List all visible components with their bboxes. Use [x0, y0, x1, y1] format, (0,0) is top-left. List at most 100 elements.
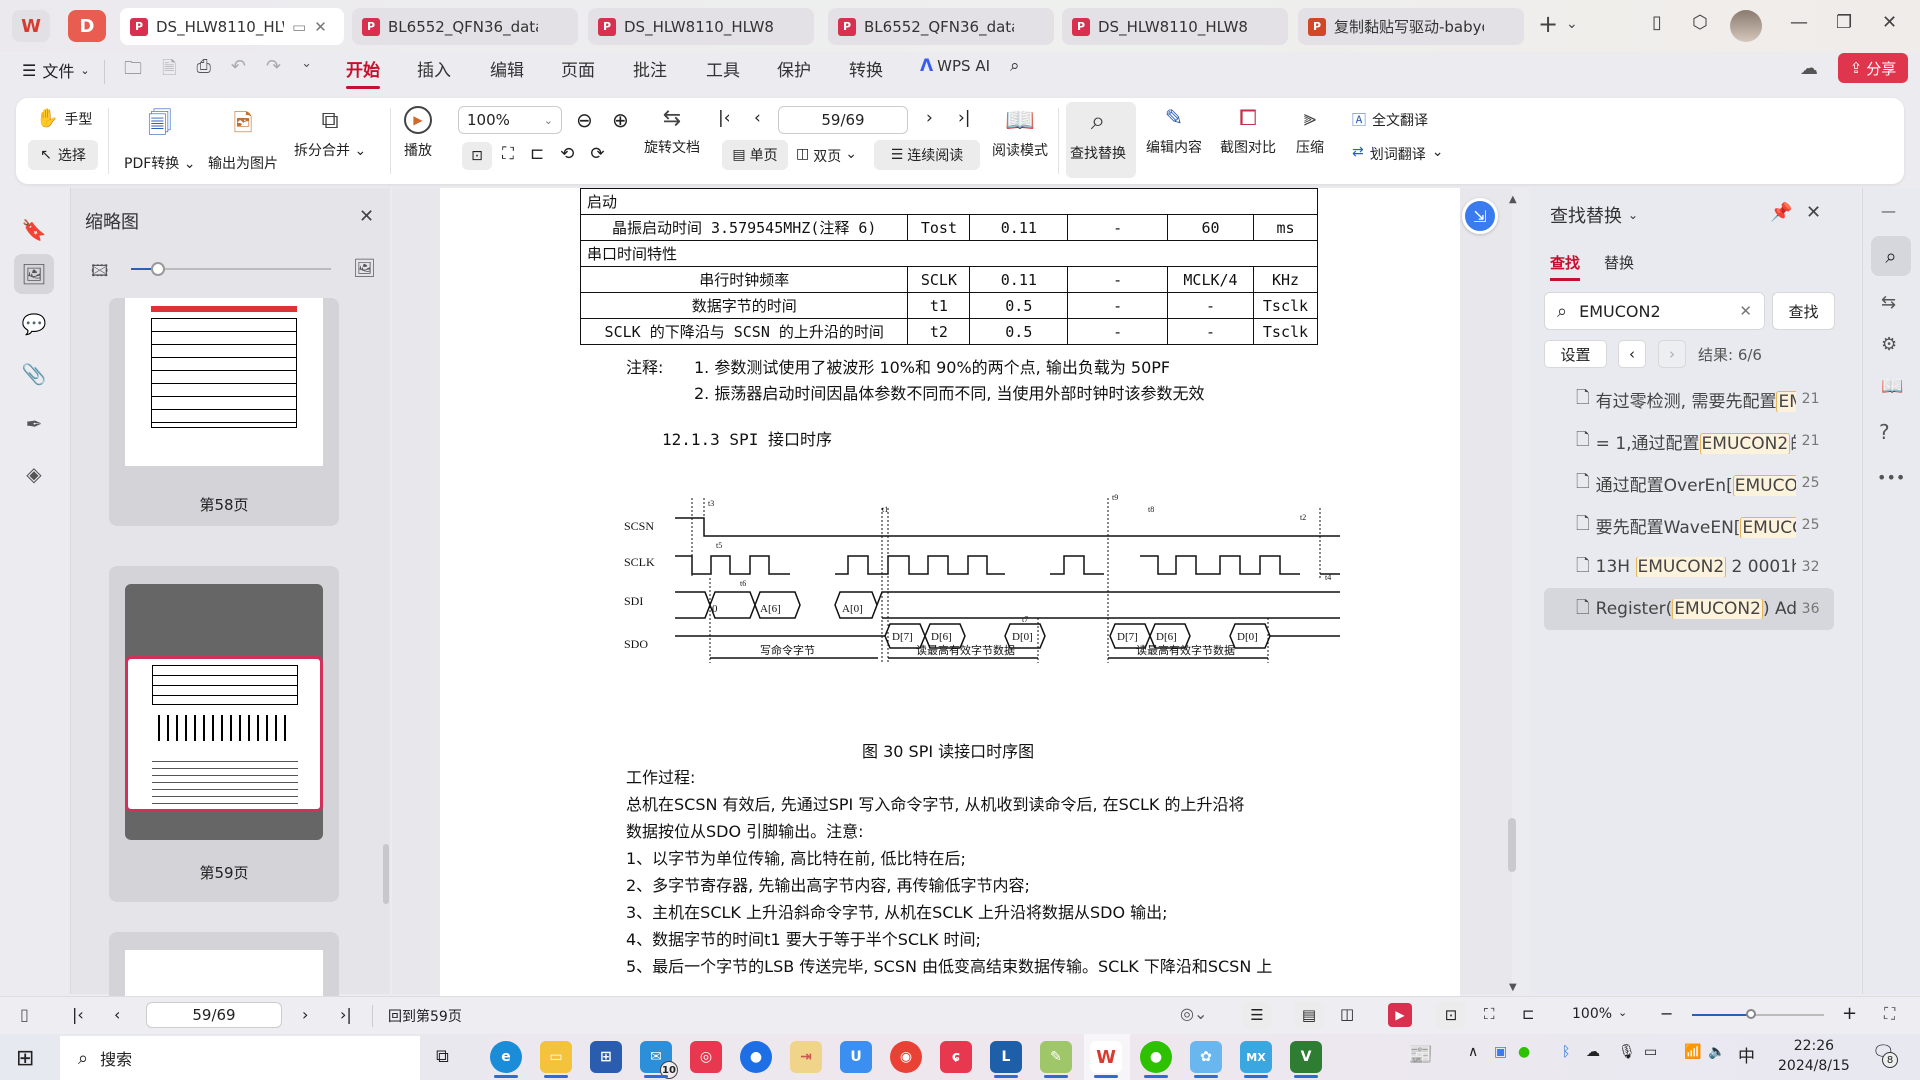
tray-expand-icon[interactable]: ∧	[1468, 1044, 1478, 1060]
live-wallpaper-icon[interactable]: ✿	[1190, 1041, 1222, 1078]
continuous-reading-button[interactable]: ☰ 连续阅读	[874, 140, 980, 170]
tab-1[interactable]: P BL6552_QFN36_datashee	[352, 8, 578, 45]
play-slideshow-icon[interactable]: ▶	[1388, 1003, 1412, 1027]
avatar[interactable]	[1730, 10, 1762, 42]
store-icon[interactable]: ⊞	[590, 1041, 622, 1073]
comment-icon[interactable]: 💬	[14, 304, 54, 344]
compress-button[interactable]: ⫸ 压缩	[1296, 106, 1324, 157]
wifi-icon[interactable]: 📶	[1684, 1044, 1701, 1060]
double-view-icon[interactable]: ◫	[1340, 1005, 1354, 1023]
wps-taskbar-icon[interactable]: W	[1090, 1041, 1122, 1078]
select-tool-button[interactable]: ↖ 选择	[28, 140, 98, 170]
single-view-icon[interactable]: ▤	[1294, 1001, 1324, 1029]
clear-search-icon[interactable]: ✕	[1739, 302, 1752, 320]
thumbnail-page-59[interactable]: 第59页	[109, 566, 339, 902]
app-u-icon[interactable]: U	[840, 1041, 872, 1073]
split-merge-button[interactable]: ⧉ 拆分合并 ⌄	[294, 106, 366, 160]
bluetooth-icon[interactable]: ᛒ	[1562, 1044, 1570, 1060]
more-chevron-icon[interactable]: ⌄	[301, 56, 312, 86]
play-button[interactable]: ▶ 播放	[404, 106, 432, 160]
menu-protect[interactable]: 保护	[777, 56, 811, 81]
small-thumb-icon[interactable]: 🖾	[91, 260, 108, 287]
slider-handle[interactable]	[151, 262, 165, 276]
thumbnail-page-58[interactable]: 第58页	[109, 298, 339, 526]
find-button[interactable]: 查找	[1772, 292, 1835, 330]
screenshot-compare-button[interactable]: ⧠ 截图对比	[1220, 106, 1276, 157]
new-tab-button[interactable]: +	[1538, 10, 1558, 38]
pdf-app-icon[interactable]: D	[68, 10, 106, 42]
fit-width-icon[interactable]: ⊏	[530, 144, 544, 164]
file-transfer-icon[interactable]: ⇥	[790, 1041, 822, 1073]
close-find-panel-icon[interactable]: ✕	[1806, 202, 1821, 223]
fit-page-icon[interactable]: ⛶	[502, 144, 514, 164]
tab-5[interactable]: P 复制黏贴写驱动-babyos-h	[1298, 8, 1524, 45]
notepad-icon[interactable]: ✎	[1040, 1041, 1072, 1078]
attachment-icon[interactable]: 📎	[14, 354, 54, 394]
next-result-button[interactable]: ›	[1658, 340, 1686, 368]
export-image-button[interactable]: 🖻 输出为图片	[208, 106, 278, 173]
pdf-to-word-float-button[interactable]: ⇲	[1462, 198, 1498, 234]
wps-logo-icon[interactable]: W	[12, 10, 50, 42]
close-window-icon[interactable]: ✕	[1882, 12, 1897, 33]
app-l-icon[interactable]: L	[990, 1041, 1022, 1078]
status-page-input[interactable]: 59/69	[146, 1002, 282, 1028]
clock[interactable]: 22:26 2024/8/15	[1778, 1036, 1850, 1076]
file-menu[interactable]: ☰ 文件 ⌄	[22, 58, 90, 82]
sidebar-toggle-icon[interactable]: ▯	[20, 1005, 29, 1024]
single-page-button[interactable]: ▤ 单页	[722, 140, 788, 170]
share-button[interactable]: ⇪ 分享	[1838, 53, 1908, 83]
rotate-right-icon[interactable]: ⟳	[590, 144, 604, 164]
last-page-icon[interactable]: ›|	[958, 108, 971, 128]
layout-icon[interactable]: ▯	[1652, 12, 1662, 33]
rotate-document-button[interactable]: ⇆ 旋转文档	[644, 106, 700, 157]
translate-icon[interactable]: ⇆	[1881, 292, 1896, 313]
read-search-icon[interactable]: 📖	[1881, 376, 1903, 397]
windows-start-icon[interactable]: ⊞	[16, 1046, 34, 1071]
mail-icon[interactable]: ✉ 10	[640, 1041, 678, 1079]
tab-4[interactable]: P DS_HLW8110_HLW8112_	[1062, 8, 1288, 45]
result-item-selected[interactable]: 🗋 Register(EMUCON2) Add 36	[1544, 588, 1834, 630]
volume-icon[interactable]: 🔈	[1708, 1044, 1725, 1060]
back-to-page-link[interactable]: 回到第59页	[388, 1006, 462, 1026]
mx-icon[interactable]: MX	[1240, 1041, 1272, 1078]
ime-indicator[interactable]: 中	[1738, 1042, 1755, 1067]
result-item[interactable]: 🗋 有过零检测, 需要先配置EM 21	[1544, 378, 1834, 420]
wechat-icon[interactable]: ●	[1140, 1041, 1172, 1078]
tray-app-icon[interactable]: ▣	[1494, 1044, 1507, 1060]
open-icon[interactable]: 🗀	[124, 56, 142, 86]
vs-icon[interactable]: V	[1290, 1041, 1322, 1078]
task-view-icon[interactable]: ⧉	[436, 1046, 449, 1067]
read-view-icon[interactable]: ⊡	[1436, 1001, 1466, 1029]
scroll-down-icon[interactable]: ▼	[1509, 982, 1517, 993]
first-page-icon[interactable]: |‹	[718, 108, 731, 128]
next-page-icon[interactable]: ›	[926, 108, 933, 128]
menu-convert[interactable]: 转换	[849, 56, 883, 81]
news-widget-icon[interactable]: 📰	[1408, 1042, 1433, 1066]
screen-icon[interactable]: ▭	[292, 18, 306, 36]
collapse-icon[interactable]: —	[1881, 202, 1896, 220]
pin-icon[interactable]: 📌	[1770, 202, 1792, 223]
notification-icon[interactable]: 🗨 8	[1872, 1042, 1898, 1068]
file-explorer-icon[interactable]: ▭	[540, 1041, 572, 1078]
close-tab-icon[interactable]: ✕	[314, 18, 327, 36]
menu-edit[interactable]: 编辑	[490, 56, 524, 81]
first-page-icon[interactable]: |‹	[72, 1005, 84, 1024]
adjust-icon[interactable]: ⚙	[1881, 334, 1897, 355]
maps-icon[interactable]: ●	[740, 1041, 772, 1073]
taskbar-search[interactable]: ⌕ 搜索	[60, 1036, 420, 1080]
actual-size-icon[interactable]: ⊡	[462, 142, 492, 170]
close-panel-icon[interactable]: ✕	[359, 206, 374, 227]
menu-insert[interactable]: 插入	[417, 56, 451, 81]
large-thumb-icon[interactable]: 🖼	[353, 258, 376, 279]
result-item[interactable]: 🗋 要先配置WaveEN[EMUCO 25	[1544, 504, 1834, 546]
help-icon[interactable]: ?	[1879, 420, 1890, 444]
search-input[interactable]: ⌕ EMUCON2 ✕	[1544, 292, 1765, 330]
tab-replace[interactable]: 替换	[1604, 252, 1634, 273]
cloud-icon[interactable]: ☁	[1800, 58, 1818, 79]
result-item[interactable]: 🗋 通过配置OverEn[EMUCON 25	[1544, 462, 1834, 504]
layers-icon[interactable]: ◈	[14, 454, 54, 494]
eye-icon[interactable]: ◎⌄	[1180, 1004, 1207, 1023]
microphone-icon[interactable]: 🎙	[1618, 1044, 1636, 1060]
menu-page[interactable]: 页面	[561, 56, 595, 81]
menu-tools[interactable]: 工具	[706, 56, 740, 81]
